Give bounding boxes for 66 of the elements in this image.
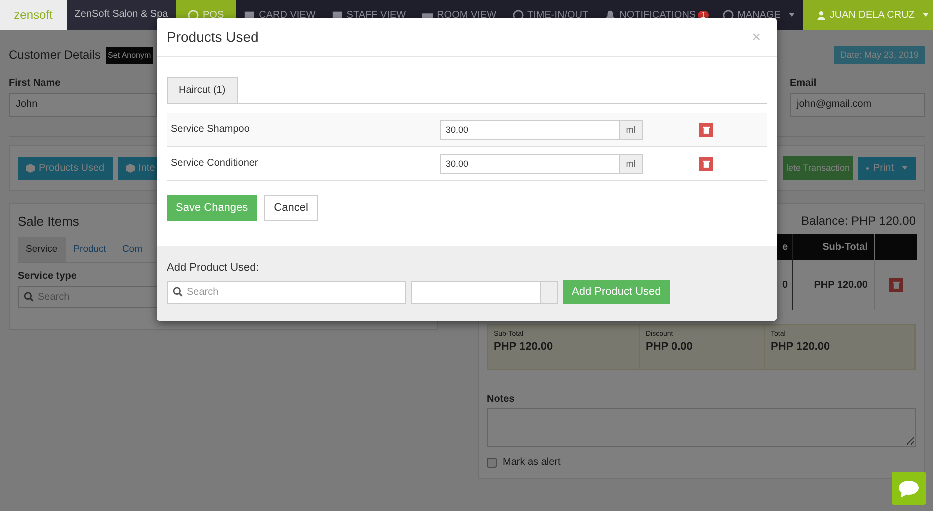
nav-link[interactable]: ROOM VIEW [414, 0, 505, 30]
unit-addon: ml [620, 154, 643, 174]
logo[interactable]: zensoft [0, 0, 67, 30]
tab[interactable]: Service [18, 237, 66, 262]
nav-icon [604, 10, 616, 20]
trash-icon [892, 281, 900, 289]
nav-icon [512, 10, 524, 20]
cube-icon [126, 164, 135, 172]
total-value: PHP 120.00 [771, 341, 832, 353]
field-label: Service type [18, 271, 78, 282]
product-name: Service Shampoo [171, 124, 251, 135]
balance-text: Balance: PHP 120.00 [800, 214, 916, 228]
brand-name: ZenSoft Salon & Spa [67, 0, 176, 30]
checkbox[interactable] [487, 458, 497, 468]
chat-bubble-icon [899, 480, 919, 498]
quantity-field[interactable]: 30.00 [440, 120, 620, 140]
modal-title: Products Used [167, 29, 259, 45]
input-field[interactable]: john@gmail.com [790, 93, 925, 117]
search-icon [24, 292, 34, 302]
tab[interactable]: Com [114, 237, 150, 262]
unit-addon [541, 280, 558, 304]
nav-link[interactable]: CARD VIEW [236, 0, 324, 30]
input-field[interactable]: John [9, 93, 157, 117]
nav-link[interactable]: TIME-IN/OUT [504, 0, 597, 30]
nav-icon [722, 10, 734, 20]
date-badge: Date: May 23, 2019 [834, 46, 925, 64]
notes-field[interactable] [487, 408, 916, 447]
product-name: Service Conditioner [171, 158, 260, 169]
quantity-field[interactable]: 30.00 [440, 154, 620, 174]
action-button[interactable]: Products Used [18, 156, 113, 180]
delete-button[interactable] [699, 122, 713, 136]
action-button[interactable]: lete Transaction [783, 156, 853, 180]
tab[interactable]: Product [66, 237, 114, 262]
field-label: Add Product Used: [167, 262, 260, 274]
field-label: Notes [487, 394, 516, 405]
caret-icon [922, 13, 929, 17]
trash-icon [702, 160, 710, 168]
field-label: First Name [9, 78, 62, 89]
close-button[interactable]: × [746, 28, 767, 46]
checkbox-label: Mark as alert [503, 457, 561, 468]
add-product-button[interactable]: Add Product Used [563, 280, 670, 304]
search-field[interactable]: Search [167, 280, 406, 304]
unit-addon: ml [620, 120, 643, 140]
nav-link[interactable]: STAFF VIEW [324, 0, 414, 30]
save-button[interactable]: Save Changes [167, 195, 258, 221]
delete-button[interactable] [699, 156, 713, 170]
user-menu[interactable]: JUAN DELA CRUZ [802, 0, 933, 30]
total-value: PHP 0.00 [646, 341, 694, 353]
search-icon [173, 287, 183, 297]
section-title: Customer Details [9, 48, 102, 62]
total-value: PHP 120.00 [494, 341, 554, 353]
tab[interactable]: Haircut (1) [167, 77, 238, 103]
chat-button[interactable] [892, 472, 926, 505]
panel-title: Sale Items [18, 214, 80, 229]
column-header: Sub-Total [792, 234, 874, 260]
delete-button[interactable] [889, 278, 903, 292]
cancel-button[interactable]: Cancel [264, 195, 318, 221]
table-cell: PHP 120.00 [792, 260, 874, 310]
trash-icon [702, 126, 710, 134]
field-label: Email [790, 78, 818, 89]
caret-icon [902, 166, 908, 170]
action-button[interactable]: Print [858, 156, 916, 180]
anonymous-button[interactable]: Set Anonym [106, 46, 154, 64]
user-icon [816, 10, 826, 20]
quantity-field[interactable] [411, 280, 541, 304]
cube-icon [26, 164, 35, 172]
